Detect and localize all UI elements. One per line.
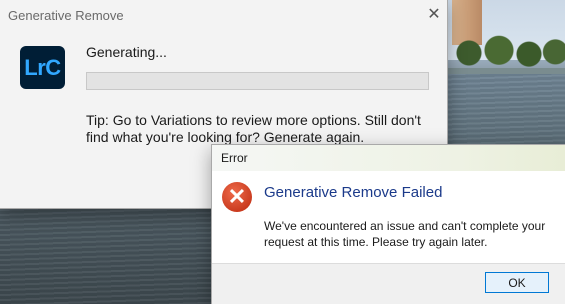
progress-bar (86, 72, 429, 90)
main-dialog-title: Generative Remove (8, 8, 124, 23)
error-dialog-title: Error (221, 151, 248, 165)
close-icon[interactable]: ✕ (423, 4, 445, 26)
ok-button[interactable]: OK (485, 272, 549, 293)
tip-text: Tip: Go to Variations to review more opt… (86, 112, 421, 145)
error-heading: Generative Remove Failed (264, 184, 443, 201)
lightroom-classic-logo: LrC (20, 46, 65, 89)
generating-status: Generating... (86, 44, 167, 60)
main-titlebar: Generative Remove ✕ (0, 0, 447, 31)
error-footer: OK (212, 263, 565, 304)
background-trees (445, 20, 565, 75)
error-dialog: Error ✕ Generative Remove Failed We've e… (211, 144, 565, 304)
error-message: We've encountered an issue and can't com… (264, 219, 546, 249)
error-titlebar: Error (212, 145, 565, 171)
error-icon: ✕ (222, 182, 252, 212)
